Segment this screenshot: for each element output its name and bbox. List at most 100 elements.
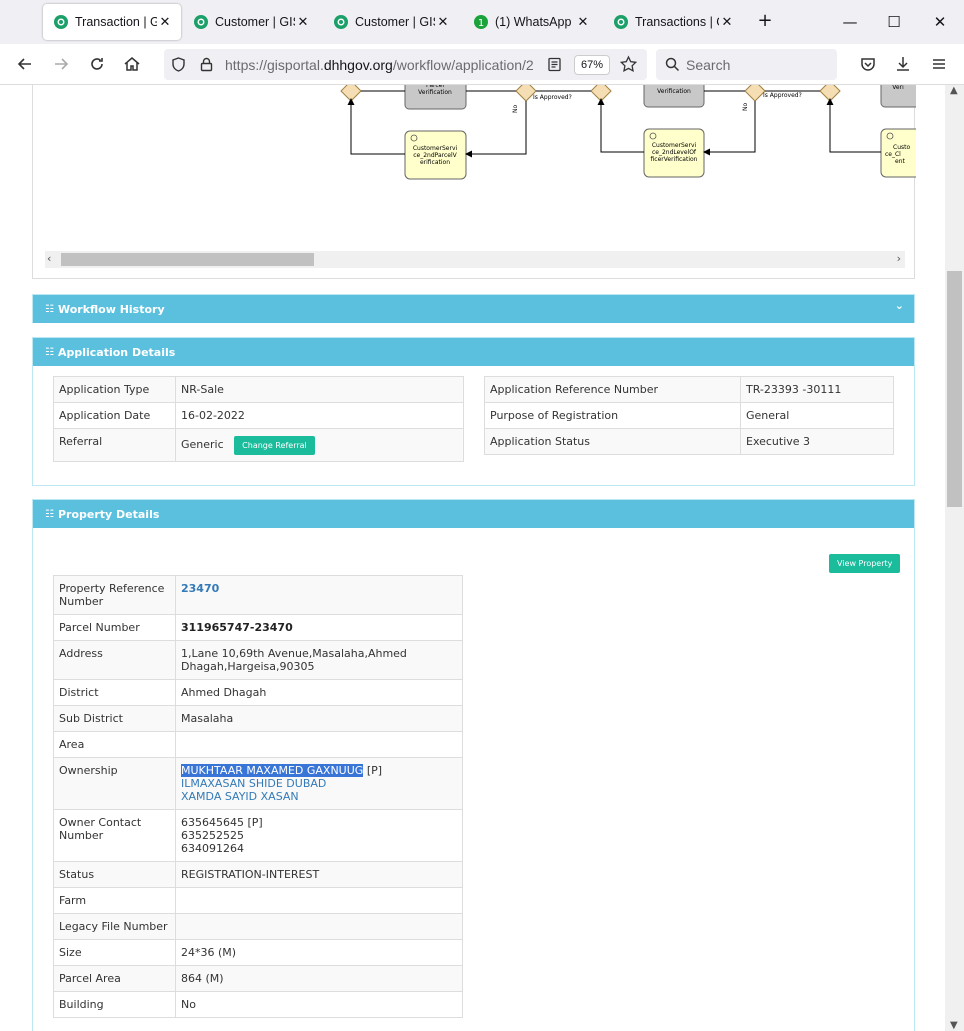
close-icon[interactable]: ✕	[435, 14, 451, 30]
field-value	[175, 887, 463, 914]
table-row: Application Type NR-Sale	[53, 376, 464, 403]
property-details-table: Property Reference Number 23470 Parcel N…	[53, 575, 463, 1018]
url-text[interactable]: https://gisportal.dhhgov.org/workflow/ap…	[225, 57, 540, 73]
panel-title: Property Details	[57, 507, 160, 521]
field-value: REGISTRATION-INTEREST	[175, 861, 463, 888]
table-row: Application Date 16-02-2022	[53, 402, 464, 429]
table-row: Parcel Area 864 (M)	[53, 965, 463, 992]
field-label: Size	[53, 939, 176, 966]
owner-link[interactable]: ILMAXASAN SHIDE DUBAD	[181, 777, 457, 790]
application-details-header[interactable]: ☷ Application Details	[33, 338, 914, 366]
forward-arrow-icon[interactable]	[51, 54, 71, 74]
tab-customer-2[interactable]: Customer | GIS Portal ✕	[323, 4, 459, 40]
page-content: Parcel Verification Verification Veri Is…	[0, 85, 945, 1031]
search-input[interactable]: Search	[656, 49, 837, 80]
svg-text:Verification: Verification	[657, 88, 691, 95]
close-icon[interactable]: ✕	[719, 14, 735, 30]
svg-text:ficerVerification: ficerVerification	[651, 156, 698, 163]
field-label: Application Type	[53, 376, 176, 403]
scroll-left-icon[interactable]: ‹	[47, 252, 51, 265]
gis-logo-icon	[334, 15, 348, 29]
field-label: Parcel Area	[53, 965, 176, 992]
field-label: Farm	[53, 887, 176, 914]
address-line: Dhagah,Hargeisa,90305	[181, 660, 315, 673]
field-label: Sub District	[53, 705, 176, 732]
field-value-cell: 635645645 [P] 635252525 634091264	[175, 809, 463, 862]
workflow-history-header[interactable]: ☷ Workflow History ⌄	[33, 295, 914, 323]
field-value: Ahmed Dhagah	[175, 679, 463, 706]
contact-number: 635252525	[181, 829, 244, 842]
lock-icon[interactable]	[198, 56, 215, 73]
tab-title: Customer | GIS Portal	[355, 15, 435, 29]
table-row: Building No	[53, 991, 463, 1018]
new-tab-plus-icon[interactable]: +	[756, 12, 774, 30]
field-value: 24*36 (M)	[175, 939, 463, 966]
maximize-icon[interactable]: ☐	[884, 12, 904, 32]
tab-customer-1[interactable]: Customer | GIS Portal ✕	[183, 4, 319, 40]
field-value-cell: Generic Change Referral	[175, 428, 464, 462]
chevron-down-icon[interactable]: ⌄	[895, 299, 904, 312]
field-label: Referral	[53, 428, 176, 462]
tab-transactions[interactable]: Transactions | GIS Portal ✕	[603, 4, 743, 40]
pocket-icon[interactable]	[858, 54, 878, 74]
address-bar[interactable]: https://gisportal.dhhgov.org/workflow/ap…	[164, 49, 647, 80]
property-details-header[interactable]: ☷ Property Details	[33, 500, 914, 528]
scroll-down-icon[interactable]: ▼	[950, 1020, 958, 1031]
back-arrow-icon[interactable]	[15, 54, 35, 74]
tab-title: (1) WhatsApp	[495, 15, 572, 29]
menu-hamburger-icon[interactable]	[929, 54, 949, 74]
field-value: No	[175, 991, 463, 1018]
field-value: 864 (M)	[175, 965, 463, 992]
field-value: TR-23393 -30111	[740, 376, 894, 403]
change-referral-button[interactable]: Change Referral	[234, 435, 315, 455]
field-label: Purpose of Registration	[484, 402, 741, 429]
bookmark-star-icon[interactable]	[619, 55, 638, 74]
workflow-diagram-canvas: Parcel Verification Verification Veri Is…	[340, 85, 916, 180]
zoom-level[interactable]: 67%	[574, 55, 611, 75]
tab-transaction[interactable]: Transaction | GIS Portal ✕	[43, 4, 181, 40]
navigation-toolbar: https://gisportal.dhhgov.org/workflow/ap…	[0, 44, 964, 85]
close-icon[interactable]: ✕	[157, 14, 173, 30]
gateway-diamond	[590, 85, 612, 102]
minimize-icon[interactable]: —	[840, 12, 860, 32]
field-value: NR-Sale	[175, 376, 464, 403]
svg-text:ce_2ndParcelV: ce_2ndParcelV	[413, 152, 457, 159]
field-label: Parcel Number	[53, 614, 176, 641]
list-icon: ☷	[45, 303, 54, 315]
application-details-right-table: Application Reference Number TR-23393 -30…	[484, 376, 894, 455]
download-icon[interactable]	[893, 54, 913, 74]
workflow-history-panel[interactable]: ☷ Workflow History ⌄	[32, 294, 915, 323]
owner-link-selected[interactable]: MUKHTAAR MAXAMED GAXNUUG	[181, 764, 364, 777]
table-row: Parcel Number 311965747-23470	[53, 614, 463, 641]
tab-whatsapp[interactable]: 1 (1) WhatsApp ✕	[463, 4, 599, 40]
whatsapp-badge-icon: 1	[474, 15, 488, 29]
close-icon[interactable]: ✕	[295, 14, 311, 30]
table-row: Area	[53, 731, 463, 758]
table-row: Property Reference Number 23470	[53, 575, 463, 615]
svg-text:erification: erification	[420, 159, 450, 166]
view-property-button[interactable]: View Property	[829, 554, 901, 573]
reader-view-icon[interactable]	[546, 56, 563, 73]
scrollbar-thumb[interactable]	[947, 271, 962, 507]
scrollbar-thumb[interactable]	[61, 253, 314, 266]
scroll-right-icon[interactable]: ›	[897, 252, 901, 265]
field-label: Area	[53, 731, 176, 758]
page-vertical-scrollbar[interactable]: ▲ ▼	[945, 85, 964, 1031]
window-close-icon[interactable]: ✕	[930, 12, 950, 32]
table-row: Farm	[53, 887, 463, 914]
close-icon[interactable]: ✕	[575, 14, 591, 30]
field-label: Owner Contact Number	[53, 809, 176, 862]
tab-title: Transactions | GIS Portal	[635, 15, 719, 29]
field-label: Legacy File Number	[53, 913, 176, 940]
diagram-horizontal-scrollbar[interactable]: ‹ ›	[45, 251, 905, 268]
field-value: Masalaha	[175, 705, 463, 732]
home-icon[interactable]	[122, 54, 142, 74]
shield-icon[interactable]	[170, 56, 187, 73]
svg-text:Custo: Custo	[893, 144, 910, 151]
property-reference-link[interactable]: 23470	[181, 582, 219, 595]
scroll-up-icon[interactable]: ▲	[950, 85, 958, 96]
reload-icon[interactable]	[87, 54, 107, 74]
field-value-cell: 23470	[175, 575, 463, 615]
owner-link[interactable]: XAMDA SAYID XASAN	[181, 790, 457, 803]
tab-title: Customer | GIS Portal	[215, 15, 295, 29]
